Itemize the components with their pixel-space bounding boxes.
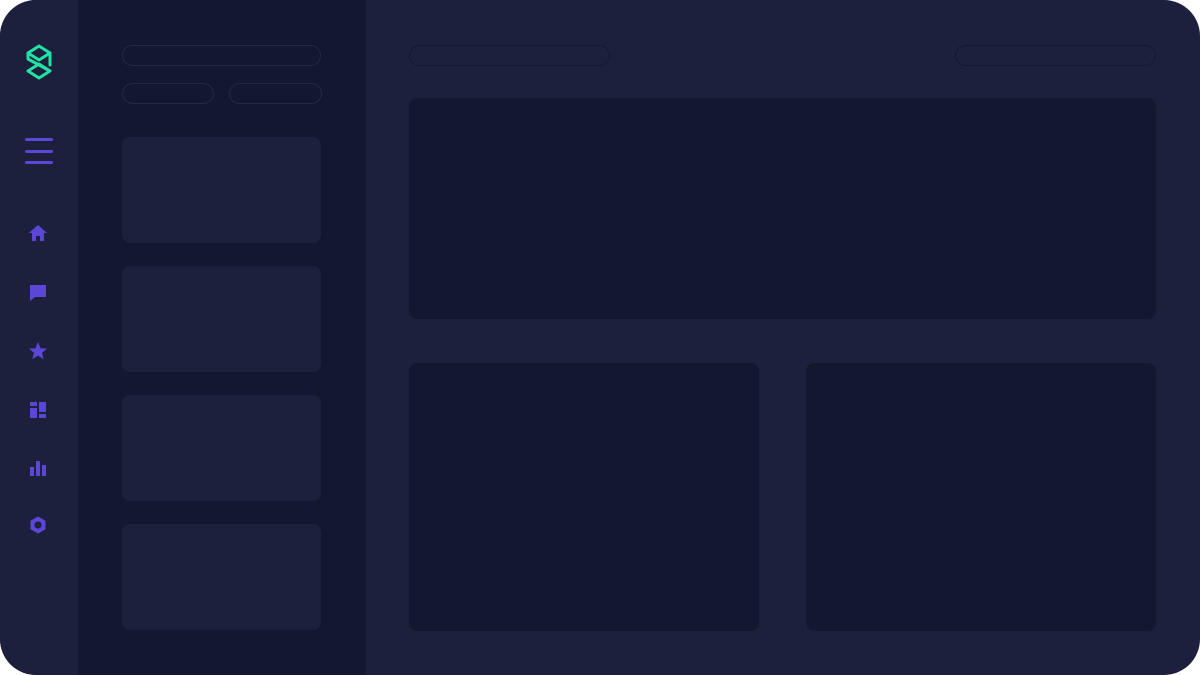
settings-icon[interactable] [28, 515, 48, 535]
logo-s-icon[interactable] [22, 44, 56, 80]
main-header-right-pill[interactable] [955, 45, 1156, 66]
panel-filter-chip-2[interactable] [229, 83, 322, 104]
list-item[interactable] [122, 395, 321, 501]
main-hero-card [409, 98, 1156, 319]
bar-chart-icon[interactable] [28, 458, 48, 478]
list-item[interactable] [122, 266, 321, 372]
app-window [0, 0, 1200, 675]
icon-rail [0, 0, 78, 675]
panel-filter-chip-1[interactable] [122, 83, 214, 104]
menu-line [25, 149, 53, 153]
chat-icon[interactable] [28, 283, 48, 303]
list-item[interactable] [122, 137, 321, 243]
panel-search-input[interactable] [122, 45, 321, 66]
dashboard-icon[interactable] [28, 400, 48, 420]
main-header-left-pill[interactable] [409, 45, 610, 66]
star-icon[interactable] [28, 341, 48, 361]
menu-line [25, 138, 53, 141]
list-item[interactable] [122, 524, 321, 630]
main-card-left [409, 363, 759, 631]
main-card-right [806, 363, 1156, 631]
menu-line [25, 161, 53, 164]
home-icon[interactable] [28, 223, 48, 243]
hamburger-menu-icon[interactable] [25, 138, 53, 164]
